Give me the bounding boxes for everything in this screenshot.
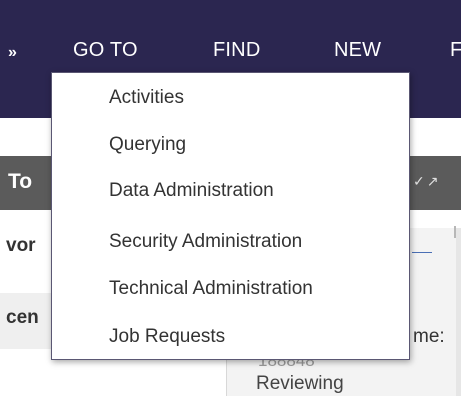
nav-truncated-menu[interactable]: F [450, 38, 461, 62]
menu-item-technical-administration[interactable]: Technical Administration [109, 277, 313, 301]
menu-item-querying[interactable]: Querying [109, 133, 186, 157]
panel-title: To [8, 170, 33, 193]
divider [454, 226, 456, 238]
left-heading-text: vor [6, 235, 36, 256]
nav-more-chevron[interactable]: » [8, 41, 17, 65]
menu-item-security-administration[interactable]: Security Administration [109, 230, 302, 254]
goto-dropdown-menu: Activities Querying Data Administration … [51, 72, 410, 360]
link-underline [412, 252, 432, 253]
check-icon[interactable]: ✓ [413, 173, 425, 190]
right-field-label: me: [413, 326, 445, 347]
status-text: Reviewing [256, 373, 344, 394]
nav-goto-menu[interactable]: GO TO [73, 38, 138, 62]
nav-find-menu[interactable]: FIND [213, 38, 260, 62]
left-row-text: cen [6, 307, 39, 328]
scrollbar[interactable] [456, 228, 461, 396]
nav-new-menu[interactable]: NEW [334, 38, 381, 62]
app-window: » GO TO FIND NEW F To ✓ ↗ vor cen me: 188… [0, 0, 461, 396]
expand-icon[interactable]: ↗ [427, 173, 439, 190]
panel-header-icons: ✓ ↗ [413, 173, 440, 190]
menu-item-activities[interactable]: Activities [109, 86, 184, 110]
menu-item-data-administration[interactable]: Data Administration [109, 179, 274, 203]
menu-item-job-requests[interactable]: Job Requests [109, 325, 225, 349]
